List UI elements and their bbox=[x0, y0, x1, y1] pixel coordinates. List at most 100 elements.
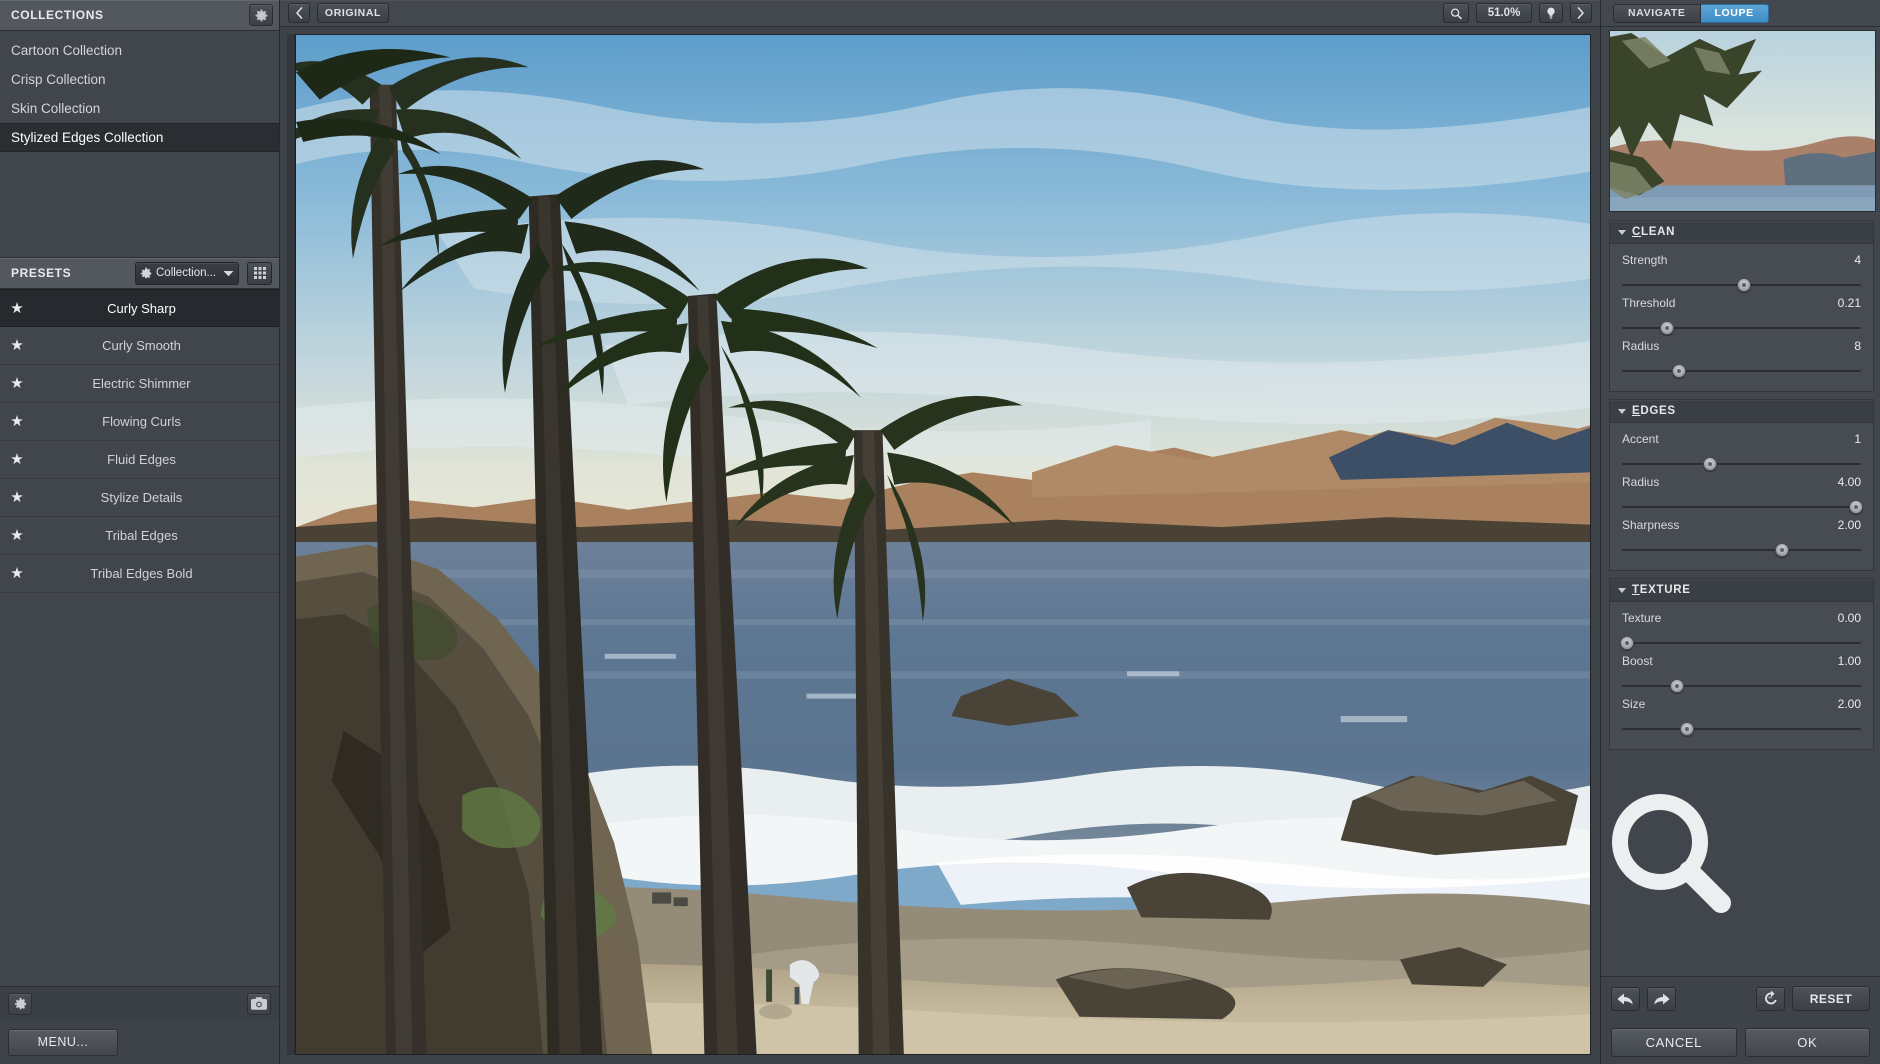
slider-knob[interactable] bbox=[1736, 278, 1751, 292]
slider-track[interactable] bbox=[1622, 456, 1861, 472]
preset-item-flowing-curls[interactable]: ★ Flowing Curls bbox=[0, 403, 279, 441]
triangle-down-icon[interactable] bbox=[1618, 587, 1626, 593]
slider-knob[interactable] bbox=[1775, 543, 1790, 557]
preset-label: Flowing Curls bbox=[102, 414, 181, 429]
original-toggle-button[interactable]: ORIGINAL bbox=[317, 3, 389, 23]
triangle-down-icon[interactable] bbox=[1618, 229, 1626, 235]
collection-item-crisp[interactable]: Crisp Collection bbox=[0, 65, 279, 94]
slider-track[interactable] bbox=[1619, 635, 1861, 651]
preset-item-fluid-edges[interactable]: ★ Fluid Edges bbox=[0, 441, 279, 479]
preset-collection-dropdown[interactable]: Collection... bbox=[135, 261, 239, 285]
section-clean-header[interactable]: CLEAN bbox=[1610, 221, 1873, 244]
preset-collection-dropdown-label: Collection... bbox=[156, 267, 217, 279]
preset-label: Tribal Edges Bold bbox=[90, 566, 193, 581]
preset-settings-button[interactable] bbox=[8, 992, 32, 1015]
redo-button[interactable] bbox=[1647, 986, 1676, 1011]
preset-item-tribal-edges-bold[interactable]: ★ Tribal Edges Bold bbox=[0, 555, 279, 593]
canvas-left-gutter bbox=[287, 34, 295, 1055]
magnifier-icon bbox=[1450, 7, 1462, 19]
collections-empty-space bbox=[0, 152, 279, 257]
slider-knob[interactable] bbox=[1703, 457, 1718, 471]
redo-arrow-icon bbox=[1654, 993, 1670, 1004]
section-edges: EDGES Accent 1 Radius 4.00 Sharpness 2.0… bbox=[1609, 399, 1874, 571]
favorite-star-icon[interactable]: ★ bbox=[0, 414, 34, 429]
preset-item-tribal-edges[interactable]: ★ Tribal Edges bbox=[0, 517, 279, 555]
favorite-star-icon[interactable]: ★ bbox=[0, 338, 34, 353]
favorite-star-icon[interactable]: ★ bbox=[0, 376, 34, 391]
preview-toggle-button[interactable] bbox=[1539, 3, 1563, 23]
slider-track[interactable] bbox=[1622, 499, 1864, 515]
snapshot-button[interactable] bbox=[247, 992, 271, 1015]
collection-item-cartoon[interactable]: Cartoon Collection bbox=[0, 36, 279, 65]
slider-clean-strength: Strength 4 bbox=[1622, 253, 1861, 293]
loupe-preview[interactable] bbox=[1609, 30, 1876, 212]
section-edges-title-rest: DGES bbox=[1640, 405, 1676, 417]
section-texture-body: Texture 0.00 Boost 1.00 Size 2.00 bbox=[1610, 602, 1873, 749]
image-preview-canvas[interactable] bbox=[295, 34, 1591, 1055]
slider-value: 8 bbox=[1854, 339, 1861, 353]
slider-track[interactable] bbox=[1622, 320, 1861, 336]
preset-item-electric-shimmer[interactable]: ★ Electric Shimmer bbox=[0, 365, 279, 403]
collection-label: Crisp Collection bbox=[11, 72, 106, 87]
slider-label: Size bbox=[1622, 697, 1646, 711]
slider-label: Accent bbox=[1622, 432, 1659, 446]
slider-track[interactable] bbox=[1622, 277, 1861, 293]
slider-edges-accent: Accent 1 bbox=[1622, 432, 1861, 472]
presets-header: PRESETS Collection... bbox=[0, 257, 279, 289]
ok-button[interactable]: OK bbox=[1744, 1027, 1870, 1057]
favorite-star-icon[interactable]: ★ bbox=[0, 566, 34, 581]
previous-image-button[interactable] bbox=[288, 3, 310, 23]
favorite-star-icon[interactable]: ★ bbox=[0, 301, 34, 316]
preset-label: Curly Sharp bbox=[107, 300, 176, 316]
slider-value: 2.00 bbox=[1837, 518, 1861, 532]
section-edges-header[interactable]: EDGES bbox=[1610, 400, 1873, 423]
slider-track[interactable] bbox=[1622, 363, 1861, 379]
favorite-star-icon[interactable]: ★ bbox=[0, 528, 34, 543]
reset-button[interactable]: RESET bbox=[1792, 986, 1870, 1011]
slider-track[interactable] bbox=[1622, 678, 1861, 694]
section-clean-title: CLEAN bbox=[1632, 226, 1675, 238]
preset-item-stylize-details[interactable]: ★ Stylize Details bbox=[0, 479, 279, 517]
zoom-tool-button[interactable] bbox=[1443, 3, 1469, 23]
menu-button[interactable]: MENU... bbox=[8, 1028, 118, 1056]
cancel-button[interactable]: CANCEL bbox=[1611, 1027, 1737, 1057]
dialog-actions: CANCEL OK bbox=[1601, 1020, 1880, 1064]
zoom-level-display[interactable]: 51.0% bbox=[1476, 3, 1532, 23]
collections-title: COLLECTIONS bbox=[11, 8, 104, 22]
slider-value: 4 bbox=[1854, 253, 1861, 267]
favorite-star-icon[interactable]: ★ bbox=[0, 490, 34, 505]
undo-arrow-icon bbox=[1617, 993, 1633, 1004]
collection-item-stylized-edges[interactable]: Stylized Edges Collection bbox=[0, 123, 279, 152]
revert-button[interactable] bbox=[1756, 986, 1785, 1011]
slider-label: Boost bbox=[1622, 654, 1653, 668]
slider-knob[interactable] bbox=[1679, 722, 1694, 736]
slider-track[interactable] bbox=[1622, 542, 1861, 558]
preset-item-curly-sharp[interactable]: ★ Curly Sharp bbox=[0, 289, 279, 327]
revert-icon bbox=[1764, 991, 1777, 1005]
slider-line bbox=[1622, 327, 1861, 329]
slider-knob[interactable] bbox=[1669, 679, 1684, 693]
slider-texture-size: Size 2.00 bbox=[1622, 697, 1861, 737]
tab-navigate[interactable]: NAVIGATE bbox=[1613, 3, 1701, 23]
triangle-down-icon[interactable] bbox=[1618, 408, 1626, 414]
favorite-star-icon[interactable]: ★ bbox=[0, 452, 34, 467]
collections-list: Cartoon Collection Crisp Collection Skin… bbox=[0, 31, 279, 152]
undo-button[interactable] bbox=[1611, 986, 1640, 1011]
slider-knob[interactable] bbox=[1619, 636, 1634, 650]
slider-knob[interactable] bbox=[1672, 364, 1687, 378]
adjustment-sections: CLEAN Strength 4 Threshold 0.21 Radius 8… bbox=[1601, 212, 1880, 976]
chevron-left-icon bbox=[296, 7, 303, 19]
preset-item-curly-smooth[interactable]: ★ Curly Smooth bbox=[0, 327, 279, 365]
collection-item-skin[interactable]: Skin Collection bbox=[0, 94, 279, 123]
slider-knob[interactable] bbox=[1660, 321, 1675, 335]
section-texture-header[interactable]: TEXTURE bbox=[1610, 579, 1873, 602]
next-image-button[interactable] bbox=[1570, 3, 1592, 23]
collections-settings-button[interactable] bbox=[249, 4, 273, 26]
slider-value: 0.21 bbox=[1837, 296, 1861, 310]
slider-track[interactable] bbox=[1622, 721, 1861, 737]
slider-label: Sharpness bbox=[1622, 518, 1680, 532]
slider-knob[interactable] bbox=[1849, 500, 1864, 514]
section-texture-accel: T bbox=[1632, 584, 1640, 596]
tab-loupe[interactable]: LOUPE bbox=[1700, 3, 1769, 23]
preset-grid-view-button[interactable] bbox=[247, 261, 272, 285]
